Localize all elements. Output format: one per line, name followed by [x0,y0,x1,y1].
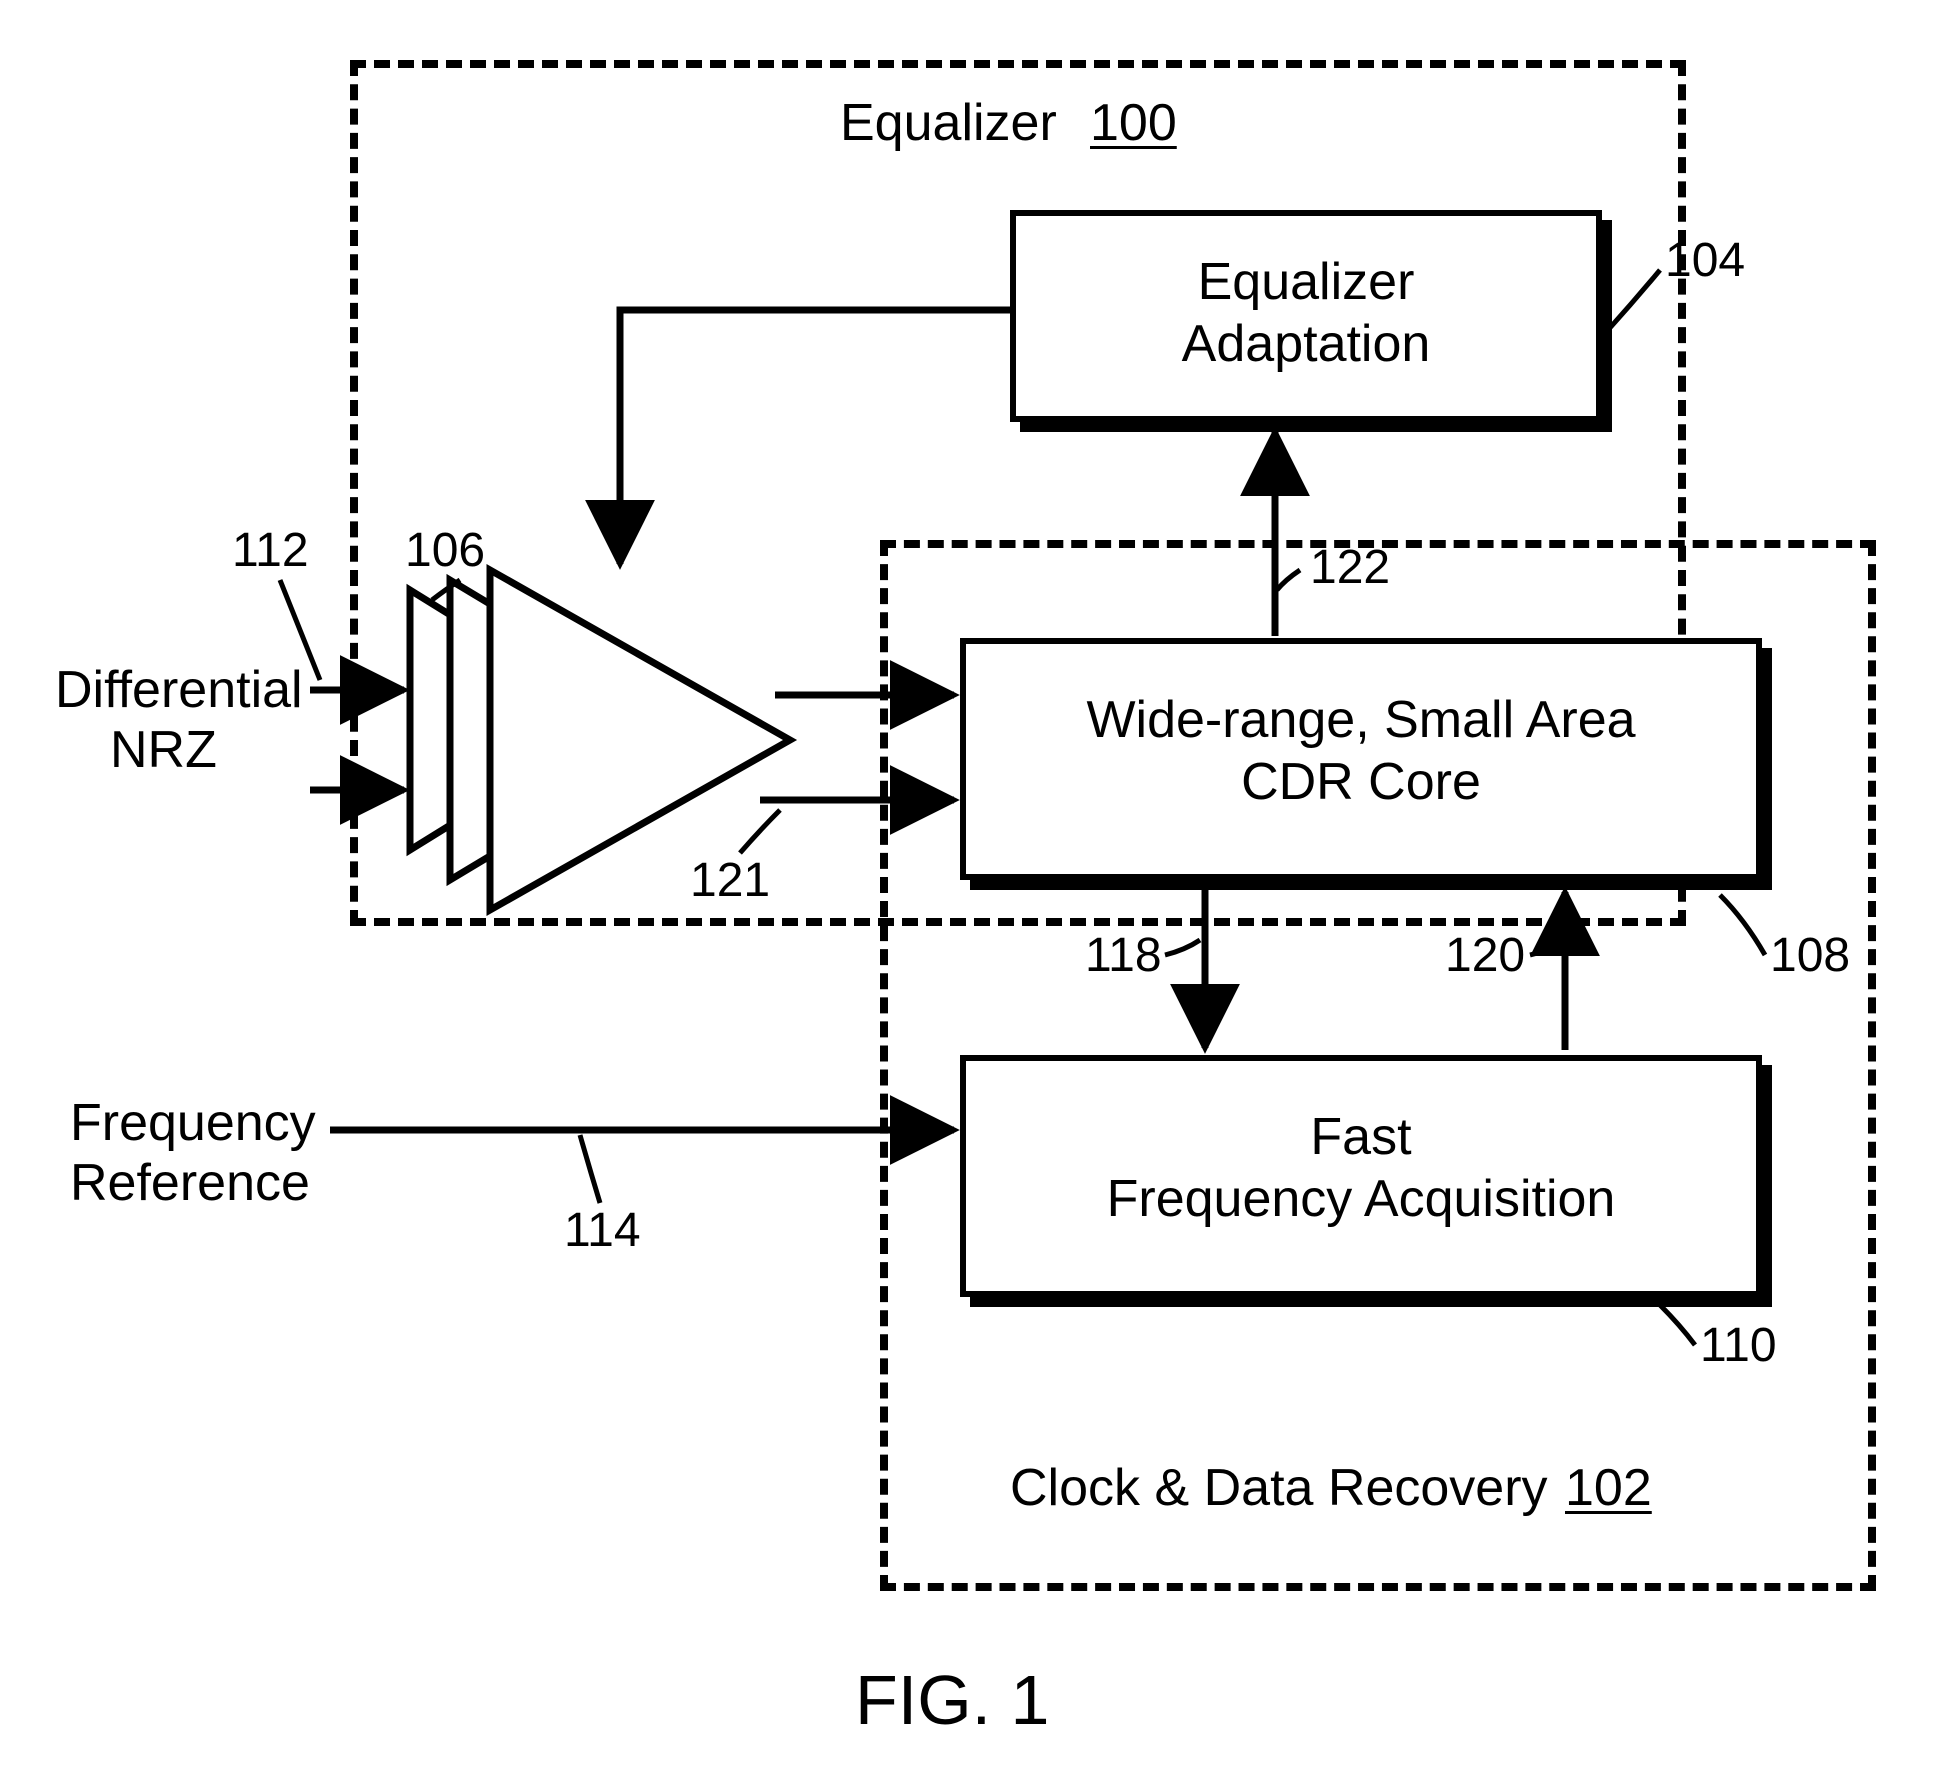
cdr-core-ref: 108 [1770,930,1850,983]
equalizer-title-ref: 100 [1090,95,1177,152]
signal-122-ref: 122 [1310,542,1390,595]
cdr-core-line1: Wide-range, Small Area [966,692,1756,749]
diff-nrz-line2: NRZ [110,722,217,779]
equalizer-adaptation-ref: 104 [1665,235,1745,288]
freq-acq-line1: Fast [966,1109,1756,1166]
signal-120-ref: 120 [1445,930,1525,983]
signal-118-ref: 118 [1085,930,1162,983]
equalizer-title-label: Equalizer [840,95,1057,152]
equalizer-adaptation-line2: Adaptation [1016,316,1596,373]
diff-nrz-ref: 112 [232,525,309,578]
diff-nrz-line1: Differential [55,662,303,719]
cdr-core-line2: CDR Core [966,754,1756,811]
freq-ref-line1: Frequency [70,1095,316,1152]
amp-stack-ref: 106 [405,525,485,578]
signal-121-ref: 121 [690,855,770,908]
equalizer-adaptation-block: Equalizer Adaptation [1010,210,1602,422]
cdr-core-block: Wide-range, Small Area CDR Core [960,638,1762,880]
freq-acq-ref: 110 [1700,1320,1777,1373]
freq-acq-block: Fast Frequency Acquisition [960,1055,1762,1297]
equalizer-adaptation-line1: Equalizer [1016,254,1596,311]
figure-caption: FIG. 1 [855,1660,1049,1740]
freq-ref-line2: Reference [70,1155,310,1212]
cdr-title-label: Clock & Data Recovery [1010,1460,1548,1517]
diagram-stage: Equalizer 100 Equalizer Adaptation 104 W… [0,0,1937,1782]
freq-ref-ref: 114 [564,1205,641,1258]
freq-acq-line2: Frequency Acquisition [966,1171,1756,1228]
cdr-title-ref: 102 [1565,1460,1652,1517]
